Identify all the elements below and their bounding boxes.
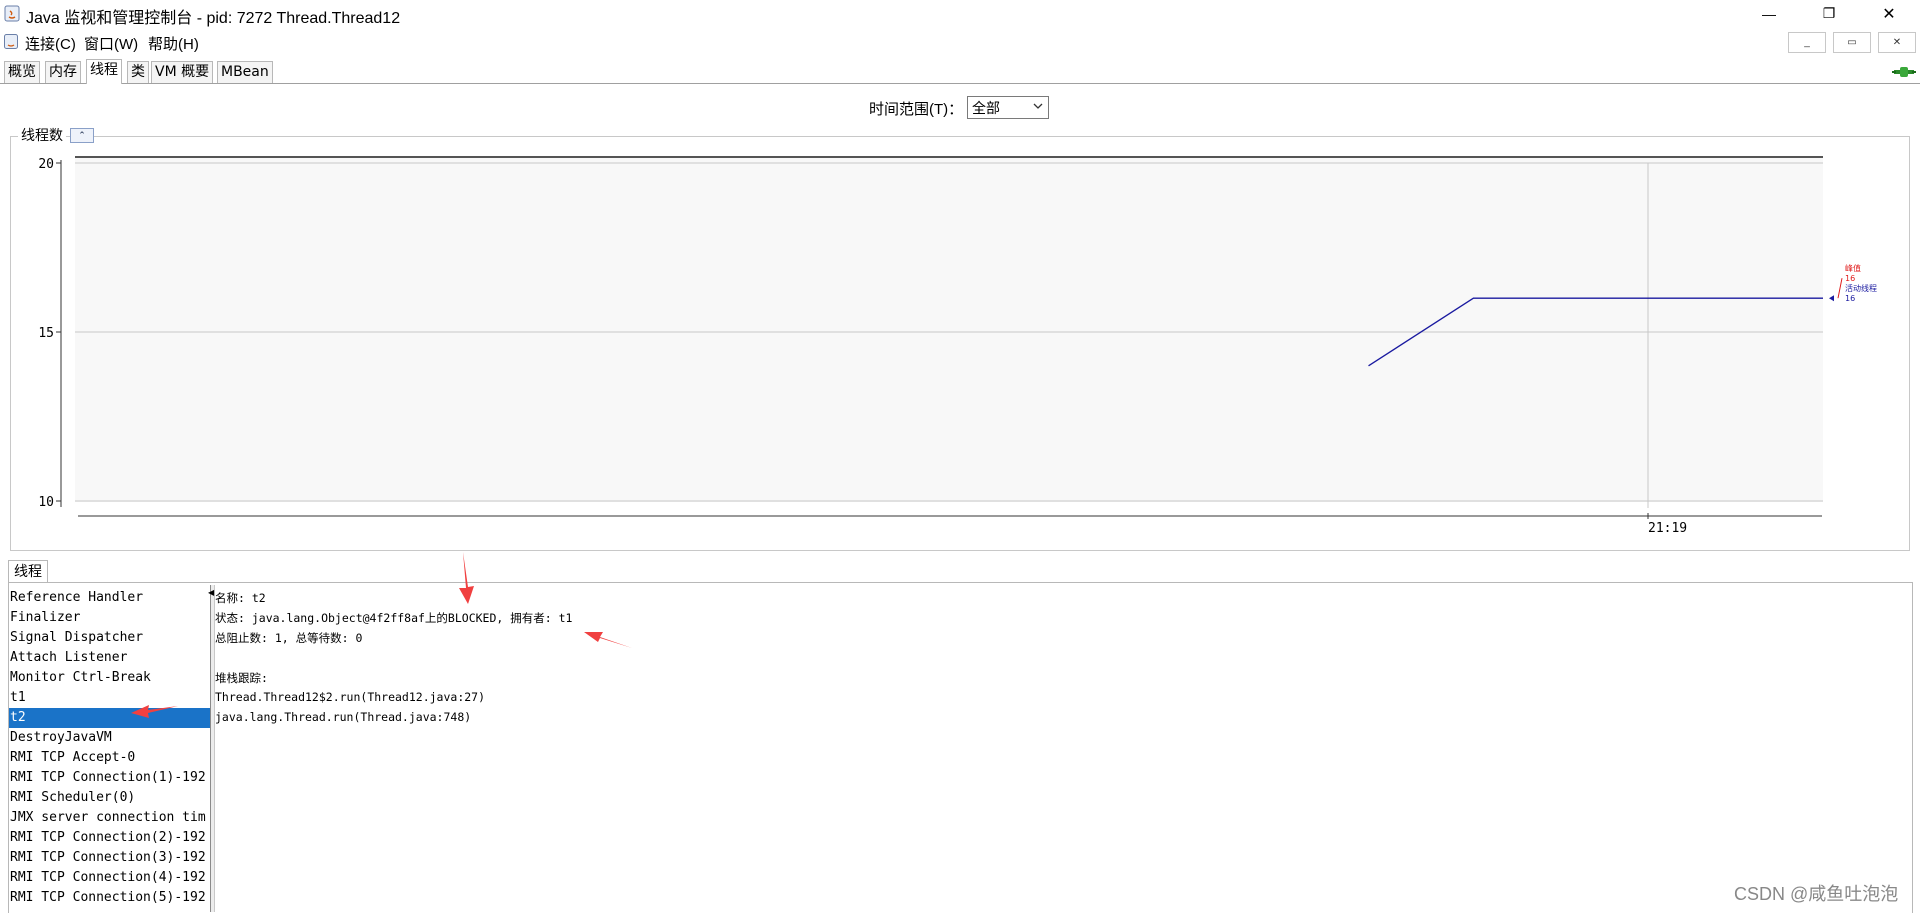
- watermark: CSDN @咸鱼吐泡泡: [1734, 884, 1899, 904]
- annotation-arrow: [584, 632, 632, 648]
- annotation-arrows: [131, 552, 632, 718]
- annotation-layer: [131, 552, 632, 718]
- annotation-arrow: [131, 705, 178, 718]
- annotation-arrow: [459, 552, 474, 604]
